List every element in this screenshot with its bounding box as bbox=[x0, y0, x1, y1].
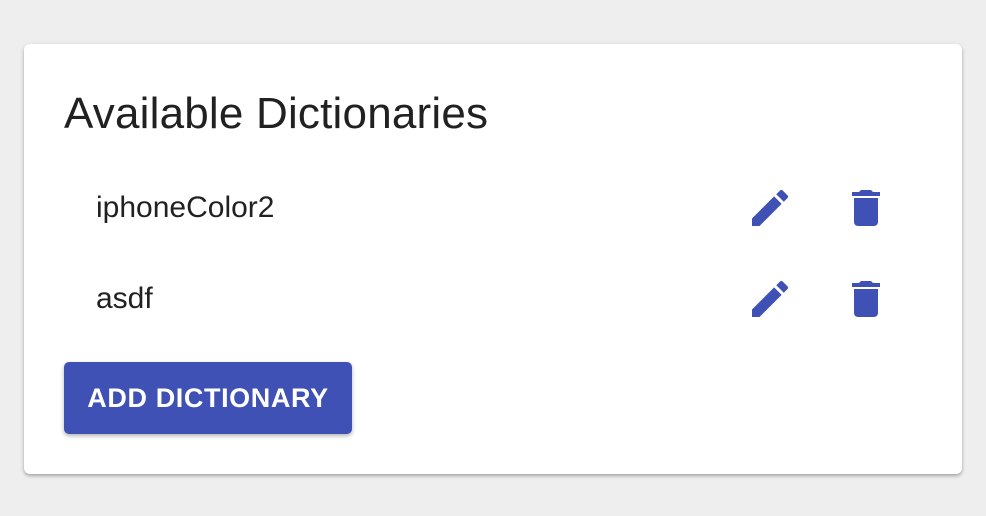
dictionaries-card: Available Dictionaries iphoneColor2 asdf… bbox=[24, 44, 962, 474]
pencil-icon bbox=[752, 280, 789, 317]
add-dictionary-button[interactable]: ADD DICTIONARY bbox=[64, 362, 352, 434]
trash-icon bbox=[852, 281, 880, 317]
card-title: Available Dictionaries bbox=[64, 89, 489, 138]
pencil-icon bbox=[752, 189, 789, 226]
delete-dictionary-button[interactable] bbox=[836, 269, 896, 329]
trash-icon bbox=[852, 190, 880, 226]
edit-dictionary-button[interactable] bbox=[740, 269, 800, 329]
delete-dictionary-button[interactable] bbox=[836, 178, 896, 238]
dictionary-name: iphoneColor2 bbox=[96, 191, 275, 224]
list-item: asdf bbox=[24, 269, 962, 329]
edit-dictionary-button[interactable] bbox=[740, 178, 800, 238]
list-item: iphoneColor2 bbox=[24, 178, 962, 238]
dictionary-name: asdf bbox=[96, 282, 153, 315]
